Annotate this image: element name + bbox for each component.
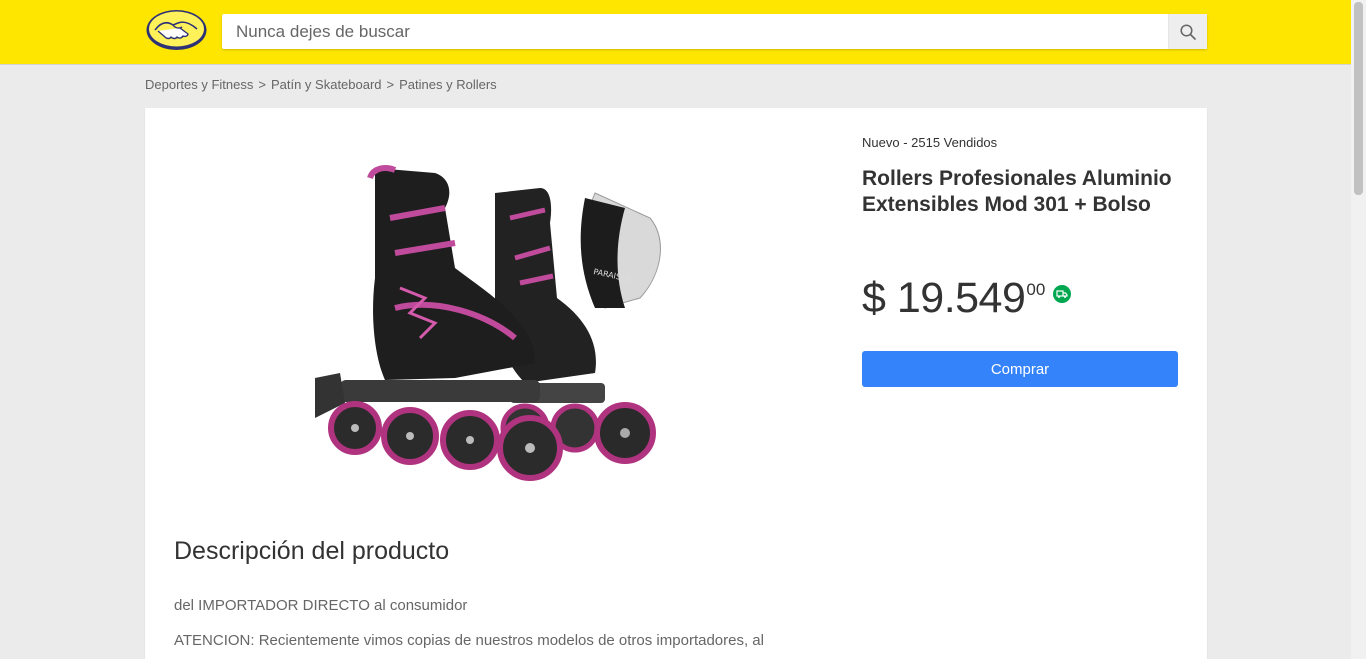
breadcrumb-deportes[interactable]: Deportes y Fitness <box>145 77 253 92</box>
mercadolibre-logo[interactable] <box>145 8 208 52</box>
price-amount: $ 19.549 <box>862 274 1026 322</box>
buy-button[interactable]: Comprar <box>862 351 1178 387</box>
truck-icon <box>1053 285 1072 308</box>
product-condition-sales: Nuevo - 2515 Vendidos <box>862 135 998 150</box>
search-bar <box>222 14 1207 49</box>
breadcrumb-separator: > <box>258 77 266 92</box>
product-price: $ 19.549 00 <box>862 274 1072 322</box>
breadcrumb-patines[interactable]: Patines y Rollers <box>399 77 497 92</box>
page-scrollbar[interactable] <box>1351 0 1366 659</box>
description-paragraph: del IMPORTADOR DIRECTO al consumidor <box>174 597 468 614</box>
product-title: Rollers Profesionales Aluminio Extensibl… <box>862 167 1172 216</box>
description-paragraph: ATENCION: Recientemente vimos copias de … <box>174 632 764 649</box>
product-image[interactable]: PARAISON <box>295 148 715 498</box>
product-card: PARAISON Nuevo - 2515 Vendidos Rollers P… <box>145 108 1207 659</box>
breadcrumb-patin[interactable]: Patín y Skateboard <box>271 77 382 92</box>
description-title: Descripción del producto <box>174 537 450 565</box>
search-icon <box>1180 23 1196 40</box>
breadcrumb-separator: > <box>386 77 395 92</box>
breadcrumb: Deportes y Fitness > Patín y Skateboard … <box>145 77 497 92</box>
search-input[interactable] <box>222 14 1168 49</box>
search-button[interactable] <box>1168 14 1207 49</box>
price-cents: 00 <box>1026 280 1046 299</box>
scrollbar-thumb[interactable] <box>1354 2 1363 195</box>
top-header <box>0 0 1351 64</box>
